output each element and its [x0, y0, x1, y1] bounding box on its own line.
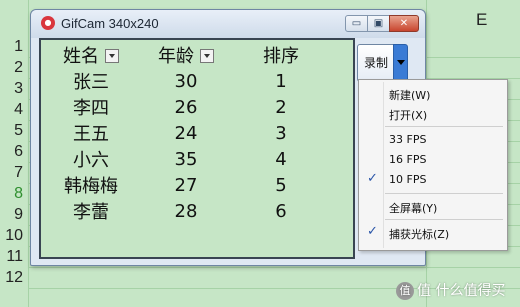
chevron-down-icon[interactable] [393, 44, 408, 82]
table-cell: 2 [275, 96, 287, 118]
row-number[interactable]: 2 [0, 57, 28, 78]
record-options-menu: 新建(W) 打开(X) 33 FPS 16 FPS ✓ 10 FPS 全屏幕(Y… [358, 79, 508, 251]
row-number[interactable]: 11 [0, 246, 28, 267]
row-number[interactable]: 9 [0, 204, 28, 225]
watermark-logo-icon: 值 [396, 282, 414, 300]
table-row: 李蕾 28 6 [41, 198, 331, 224]
menu-gutter [383, 82, 384, 248]
header-order: 排序 [263, 46, 299, 67]
filter-dropdown-icon[interactable] [105, 49, 119, 63]
menu-item-new[interactable]: 新建(W) [389, 87, 430, 103]
row-number-column: 1 2 3 4 5 6 7 8 9 10 11 12 [0, 36, 28, 288]
captured-table: 姓名 年龄 排序 张三 30 1 李四 26 2 王五 24 3 小六 35 4 韩梅梅 27 5 李蕾 28 6 [41, 42, 331, 224]
menu-separator [385, 219, 503, 220]
header-age: 年龄 [141, 42, 231, 68]
menu-item-capture-cursor[interactable]: 捕获光标(Z) [389, 226, 449, 242]
row-number[interactable]: 8 [0, 183, 28, 204]
table-cell: 李四 [73, 98, 109, 119]
header-name: 姓名 [41, 42, 141, 68]
row-number[interactable]: 12 [0, 267, 28, 288]
minimize-button[interactable]: ▭ [345, 15, 368, 32]
row-number[interactable]: 6 [0, 141, 28, 162]
row-number[interactable]: 4 [0, 99, 28, 120]
filter-dropdown-icon[interactable] [200, 49, 214, 63]
table-header-row: 姓名 年龄 排序 [41, 42, 331, 68]
table-cell: 30 [174, 70, 198, 92]
row-number[interactable]: 7 [0, 162, 28, 183]
table-cell: 27 [174, 174, 198, 196]
menu-separator [385, 193, 503, 194]
menu-item-open[interactable]: 打开(X) [389, 107, 427, 123]
check-icon: ✓ [367, 224, 378, 239]
capture-area: 姓名 年龄 排序 张三 30 1 李四 26 2 王五 24 3 小六 35 4 韩梅梅 27 5 李蕾 28 6 [41, 40, 353, 257]
table-row: 韩梅梅 27 5 [41, 172, 331, 198]
table-cell: 1 [275, 70, 287, 92]
watermark: 值值 什么值得买 [396, 280, 505, 300]
table-cell: 26 [174, 96, 198, 118]
table-cell: 小六 [73, 150, 109, 171]
window-title: GifCam 340x240 [61, 16, 159, 31]
grid-line [28, 0, 29, 307]
row-number[interactable]: 5 [0, 120, 28, 141]
table-cell: 3 [275, 122, 287, 144]
menu-item-fps-33[interactable]: 33 FPS [389, 133, 426, 146]
menu-item-fps-16[interactable]: 16 FPS [389, 153, 426, 166]
table-cell: 李蕾 [73, 202, 109, 223]
watermark-text: 值 什么值得买 [417, 283, 506, 299]
menu-separator [385, 126, 503, 127]
window-titlebar[interactable]: ● GifCam 340x240 ▭ ▣ ✕ [31, 10, 425, 38]
grid-line [28, 267, 520, 268]
check-icon: ✓ [367, 171, 378, 186]
record-label[interactable]: 录制 [358, 45, 394, 81]
gifcam-logo-icon: ● [41, 16, 55, 30]
table-row: 小六 35 4 [41, 146, 331, 172]
maximize-button[interactable]: ▣ [367, 15, 390, 32]
table-cell: 张三 [73, 72, 109, 93]
capture-frame[interactable]: 姓名 年龄 排序 张三 30 1 李四 26 2 王五 24 3 小六 35 4 韩梅梅 27 5 李蕾 28 6 [39, 38, 355, 259]
table-row: 李四 26 2 [41, 94, 331, 120]
record-button[interactable]: 录制 [357, 44, 408, 82]
table-cell: 5 [275, 174, 287, 196]
menu-item-fullscreen[interactable]: 全屏幕(Y) [389, 200, 437, 216]
table-cell: 6 [275, 200, 287, 222]
row-number[interactable]: 1 [0, 36, 28, 57]
table-cell: 28 [174, 200, 198, 222]
table-row: 张三 30 1 [41, 68, 331, 94]
column-header-e[interactable]: E [476, 10, 487, 30]
close-button[interactable]: ✕ [389, 15, 419, 32]
table-cell: 韩梅梅 [64, 176, 118, 197]
row-number[interactable]: 10 [0, 225, 28, 246]
menu-item-fps-10[interactable]: 10 FPS [389, 173, 426, 186]
table-row: 王五 24 3 [41, 120, 331, 146]
table-cell: 4 [275, 148, 287, 170]
row-number[interactable]: 3 [0, 78, 28, 99]
table-cell: 35 [174, 148, 198, 170]
table-cell: 王五 [73, 124, 109, 145]
table-cell: 24 [174, 122, 198, 144]
